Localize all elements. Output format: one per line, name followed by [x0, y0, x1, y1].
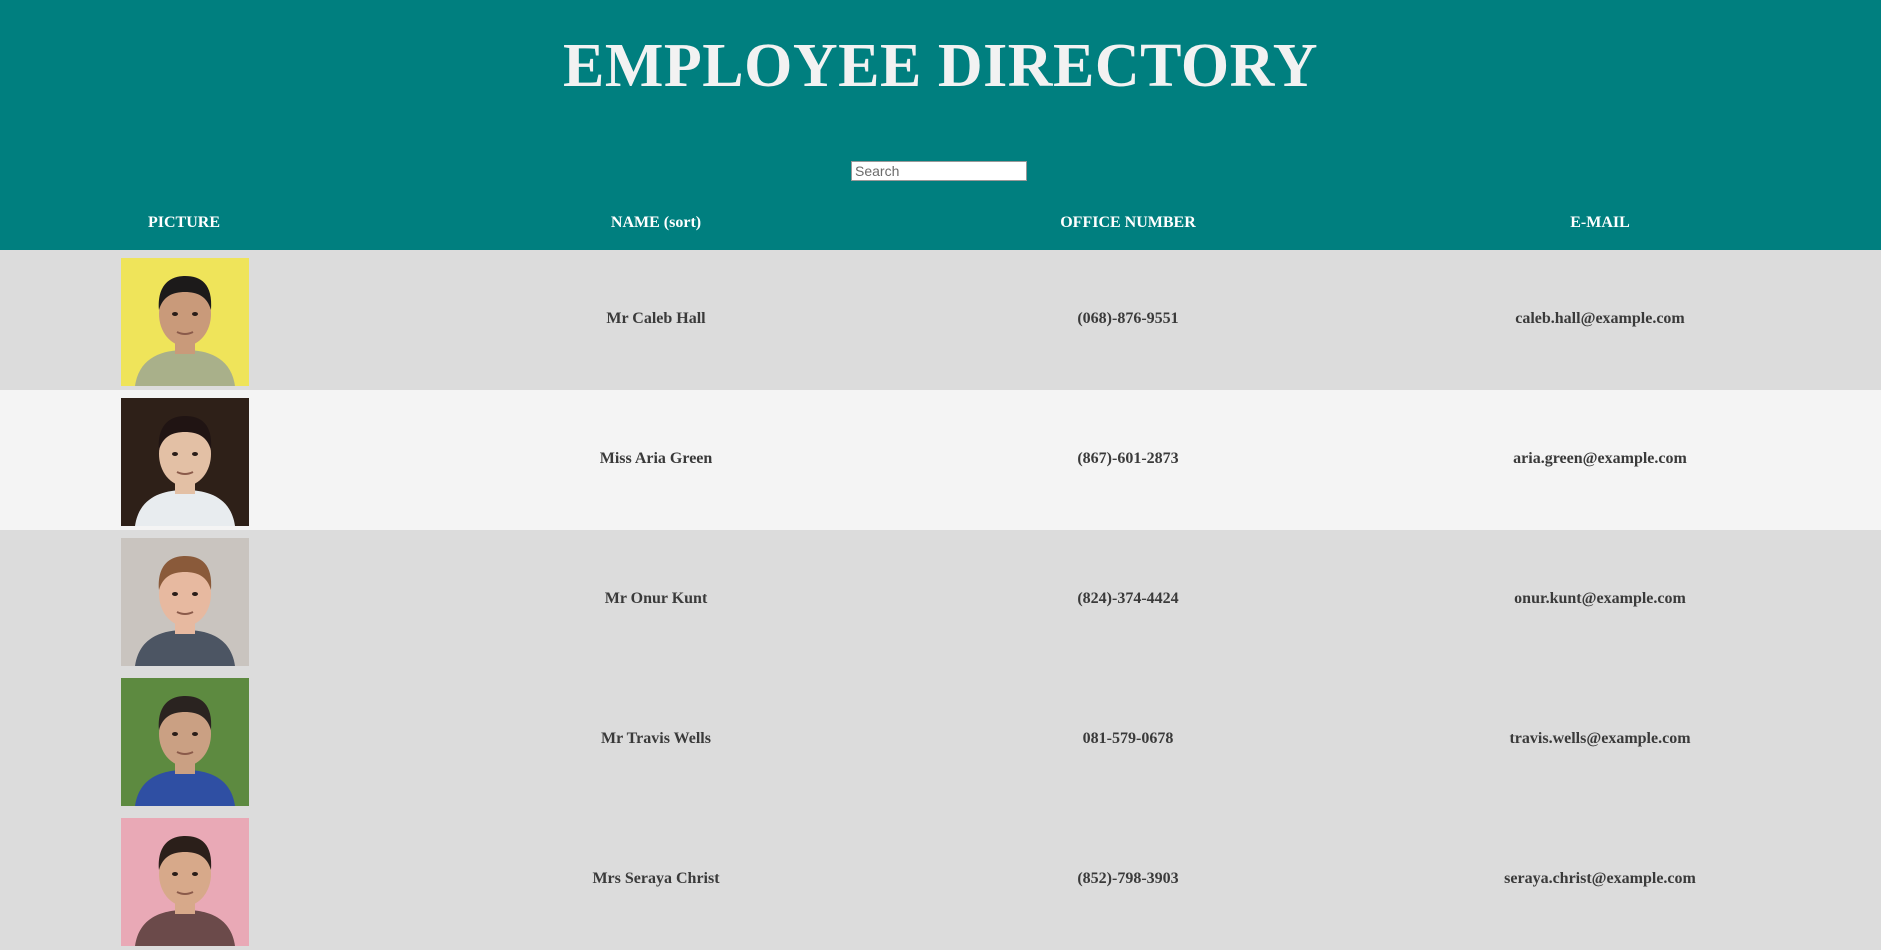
employee-name: Mrs Seraya Christ	[592, 870, 720, 887]
employee-photo	[121, 258, 249, 386]
employee-email: onur.kunt@example.com	[1514, 590, 1686, 607]
table-row: Mr Travis Wells 081-579-0678 travis.wells@…	[0, 670, 1881, 810]
employee-photo	[121, 818, 249, 946]
employee-email: seraya.christ@example.com	[1504, 870, 1696, 887]
column-header-name-sort[interactable]: NAME (sort)	[611, 214, 701, 232]
employee-name: Miss Aria Green	[599, 450, 713, 467]
employee-email: aria.green@example.com	[1513, 450, 1687, 467]
search-input[interactable]	[851, 161, 1027, 181]
employee-office-number: (068)-876-9551	[1077, 310, 1179, 327]
employee-office-number: 081-579-0678	[1082, 730, 1174, 747]
employee-photo	[121, 678, 249, 806]
employee-photo	[121, 538, 249, 666]
table-header: PICTURE NAME (sort) OFFICE NUMBER E-MAIL	[0, 214, 1881, 236]
column-header-email: E-MAIL	[1570, 214, 1630, 231]
employee-name: Mr Onur Kunt	[604, 590, 708, 607]
column-header-picture: PICTURE	[147, 214, 221, 231]
page-title: EMPLOYEE DIRECTORY	[563, 32, 1318, 100]
employee-office-number: (867)-601-2873	[1077, 450, 1179, 467]
column-header-office-number: OFFICE NUMBER	[1060, 214, 1196, 231]
table-row: Mr Caleb Hall (068)-876-9551 caleb.hall@ex…	[0, 250, 1881, 390]
page-header: EMPLOYEE DIRECTORY PICTURE NAME (sort) O…	[0, 0, 1881, 250]
employee-name: Mr Travis Wells	[601, 730, 711, 747]
employee-office-number: (852)-798-3903	[1077, 870, 1179, 887]
table-row: Mrs Seraya Christ (852)-798-3903 seraya.ch…	[0, 810, 1881, 950]
employee-email: travis.wells@example.com	[1509, 730, 1691, 747]
employee-email: caleb.hall@example.com	[1515, 310, 1685, 327]
employee-photo	[121, 398, 249, 526]
table-row: Mr Onur Kunt (824)-374-4424 onur.kunt@exam…	[0, 530, 1881, 670]
employee-name: Mr Caleb Hall	[606, 310, 706, 327]
employee-office-number: (824)-374-4424	[1077, 590, 1179, 607]
table-row: Miss Aria Green (867)-601-2873 aria.green@…	[0, 390, 1881, 530]
